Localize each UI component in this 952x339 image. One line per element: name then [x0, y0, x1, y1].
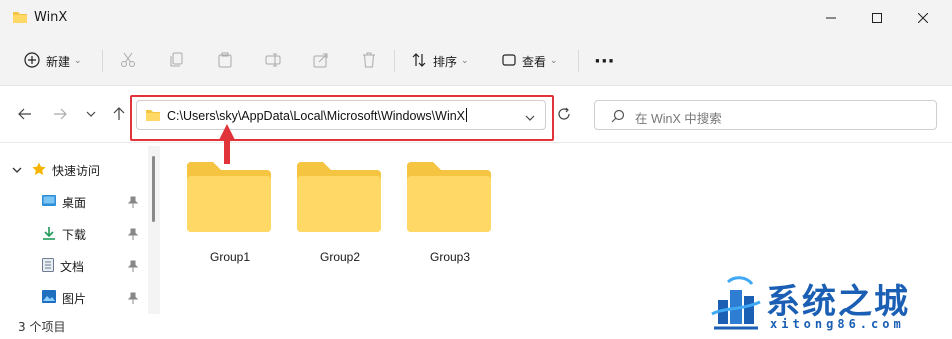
window-title: WinX [34, 10, 68, 25]
delete-button[interactable] [361, 48, 377, 74]
folder-icon [12, 10, 28, 27]
chevron-down-icon: ⌄ [550, 56, 558, 66]
cut-button[interactable] [120, 48, 136, 74]
scissors-icon [120, 52, 136, 71]
pin-icon[interactable] [127, 228, 139, 243]
folder-icon [405, 162, 493, 237]
chevron-down-icon: ⌄ [74, 56, 82, 66]
sidebar-item-label: 图片 [62, 291, 87, 306]
sidebar-item-pictures[interactable]: 图片 [42, 284, 192, 312]
recent-locations-button[interactable] [80, 103, 102, 125]
sidebar-item-label: 下载 [62, 227, 87, 242]
divider [394, 50, 395, 72]
sidebar-item-downloads[interactable]: 下载 [42, 220, 192, 248]
title-bar: WinX [0, 0, 952, 36]
star-icon [32, 162, 46, 179]
new-button[interactable]: 新建 ⌄ [24, 48, 82, 74]
search-icon [611, 109, 625, 126]
download-icon [42, 226, 56, 243]
arrow-right-icon [54, 108, 67, 120]
minimize-button[interactable] [808, 0, 854, 36]
folder-name: Group3 [429, 250, 471, 264]
pin-icon[interactable] [127, 260, 139, 275]
sort-icon [411, 52, 427, 71]
share-button[interactable] [313, 48, 329, 74]
rename-icon [265, 52, 281, 71]
up-button[interactable] [108, 103, 130, 125]
document-icon [42, 257, 54, 275]
back-button[interactable] [14, 103, 36, 125]
sort-button[interactable]: 排序 ⌄ [411, 48, 469, 74]
plus-circle-icon [24, 51, 40, 71]
chevron-down-icon: ⌄ [461, 56, 469, 66]
search-box[interactable]: 在 WinX 中搜索 [594, 100, 937, 130]
chevron-down-icon [86, 111, 96, 117]
folder-icon [185, 162, 273, 237]
divider [102, 50, 103, 72]
chevron-down-icon[interactable] [12, 163, 22, 177]
navigation-pane: 快速访问 桌面 下载 文档 图片 [0, 144, 160, 314]
castle-logo-icon [708, 274, 764, 337]
watermark-url: xitong86.com [770, 317, 905, 331]
new-label: 新建 [46, 54, 71, 69]
folder-item[interactable]: Group1 [185, 160, 275, 270]
sidebar-item-label: 文档 [60, 259, 85, 274]
navigation-pane-scrollbar[interactable] [148, 146, 160, 314]
view-label: 查看 [522, 54, 547, 69]
view-button[interactable]: 查看 ⌄ [502, 48, 558, 74]
view-icon [502, 53, 516, 70]
status-item-count: 3 个项目 [18, 320, 66, 334]
folder-item[interactable]: Group3 [405, 160, 495, 270]
copy-button[interactable] [169, 48, 185, 74]
arrow-up-icon [113, 107, 125, 120]
sidebar-item-documents[interactable]: 文档 [42, 252, 192, 280]
pictures-icon [42, 290, 56, 306]
sort-label: 排序 [433, 54, 458, 69]
pin-icon[interactable] [127, 196, 139, 211]
arrow-left-icon [18, 108, 31, 120]
watermark-title: 系统之城 [766, 282, 910, 322]
folder-name: Group1 [209, 250, 251, 264]
forward-button[interactable] [49, 103, 71, 125]
desktop-icon [42, 194, 56, 210]
watermark: 系统之城 xitong86.com [700, 268, 952, 339]
close-button[interactable] [900, 0, 946, 36]
pin-icon[interactable] [127, 292, 139, 307]
annotation-arrow-icon [217, 122, 237, 169]
refresh-icon [558, 107, 570, 120]
maximize-button[interactable] [854, 0, 900, 36]
search-input[interactable]: 在 WinX 中搜索 [635, 108, 722, 127]
copy-icon [169, 52, 185, 71]
address-highlight-box [130, 95, 554, 141]
command-bar: 新建 ⌄ 排序 ⌄ 查看 ⌄ ··· [0, 36, 952, 86]
paste-button[interactable] [217, 48, 233, 74]
trash-icon [361, 52, 377, 71]
folder-item[interactable]: Group2 [295, 160, 385, 270]
sidebar-item-label: 快速访问 [52, 163, 101, 178]
sidebar-item-label: 桌面 [62, 195, 87, 210]
folder-name: Group2 [319, 250, 361, 264]
rename-button[interactable] [265, 48, 281, 74]
share-icon [313, 52, 329, 71]
refresh-button[interactable] [553, 103, 575, 125]
folder-icon [295, 162, 383, 237]
sidebar-item-desktop[interactable]: 桌面 [42, 188, 192, 216]
clipboard-icon [217, 52, 233, 71]
more-options-button[interactable]: ··· [594, 48, 615, 74]
divider [578, 50, 579, 72]
sidebar-item-quick-access[interactable]: 快速访问 [12, 156, 162, 184]
scrollbar-thumb[interactable] [152, 156, 155, 222]
